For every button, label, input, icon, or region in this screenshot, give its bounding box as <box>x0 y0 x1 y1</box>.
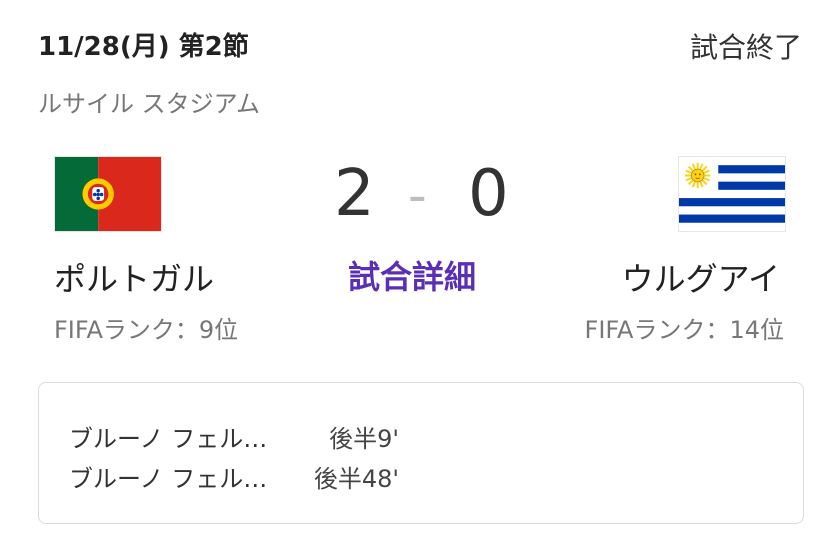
home-score: 2 <box>334 157 375 231</box>
goals-card: ブルーノ フェル… 後半9' ブルーノ フェル… 後半48' <box>38 382 804 524</box>
match-status: 試合終了 <box>689 31 802 64</box>
away-score: 0 <box>468 157 509 231</box>
match-detail-link[interactable]: 試合詳細 <box>348 252 476 298</box>
away-fifa-rank: FIFAランク：14位 <box>584 316 784 344</box>
goal-scorer: ブルーノ フェル… <box>69 465 268 493</box>
home-fifa-rank: FIFAランク：9位 <box>54 316 239 344</box>
uruguay-flag-icon <box>678 156 786 232</box>
goal-time: 後半9' <box>329 425 399 453</box>
goal-time: 後半48' <box>313 465 399 493</box>
away-team-name[interactable]: ウルグアイ <box>622 254 780 300</box>
home-team-name[interactable]: ポルトガル <box>54 254 214 300</box>
goal-row: ブルーノ フェル… 後半9' <box>69 419 399 454</box>
goal-row: ブルーノ フェル… 後半48' <box>69 459 399 494</box>
goal-scorer: ブルーノ フェル… <box>69 425 268 453</box>
venue: ルサイル スタジアム <box>38 90 260 118</box>
portugal-flag-icon <box>54 156 162 232</box>
match-date: 11/28(月) 第2節 <box>38 32 249 62</box>
score-separator: - <box>408 166 427 226</box>
